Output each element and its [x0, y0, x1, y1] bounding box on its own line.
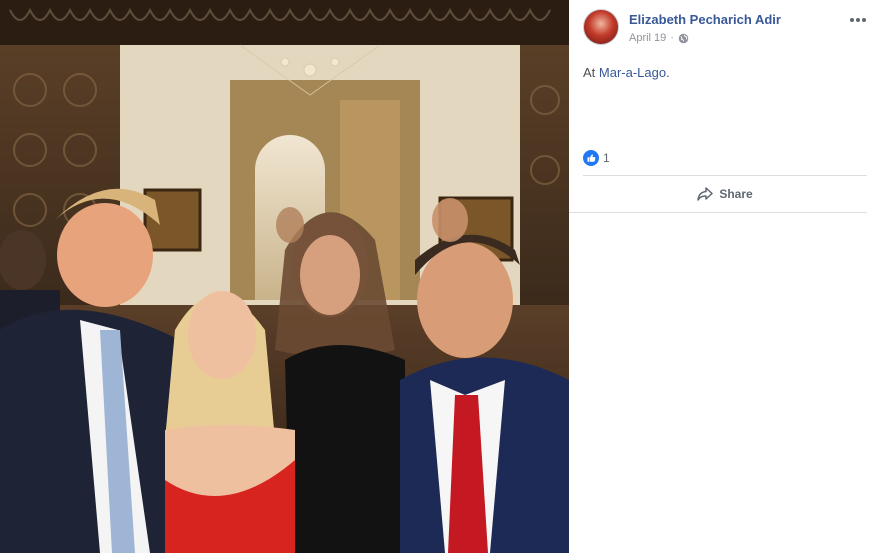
post-date[interactable]: April 19: [629, 32, 666, 44]
author-name[interactable]: Elizabeth Pecharich Adir: [629, 12, 781, 27]
post-header: Elizabeth Pecharich Adir April 19 ·: [583, 9, 868, 49]
post-photo[interactable]: [0, 0, 569, 553]
more-options-icon[interactable]: [848, 15, 868, 25]
post-text: At Mar-a-Lago.: [583, 65, 670, 80]
share-button[interactable]: Share: [583, 176, 867, 211]
location-link[interactable]: Mar-a-Lago: [599, 65, 666, 80]
photo-illustration: [0, 0, 569, 553]
meta-separator: ·: [670, 32, 674, 44]
share-label: Share: [719, 186, 753, 201]
reaction-count: 1: [603, 151, 610, 165]
like-icon: [583, 150, 599, 166]
post-meta: April 19 ·: [629, 32, 689, 44]
avatar[interactable]: [583, 9, 619, 45]
post-sidebar: Elizabeth Pecharich Adir April 19 · At M…: [569, 0, 875, 553]
share-icon: [697, 186, 714, 201]
post-text-suffix: .: [666, 65, 670, 80]
globe-icon[interactable]: [678, 33, 689, 44]
divider: [569, 212, 867, 213]
reaction-summary[interactable]: 1: [583, 150, 610, 166]
post-text-prefix: At: [583, 65, 599, 80]
